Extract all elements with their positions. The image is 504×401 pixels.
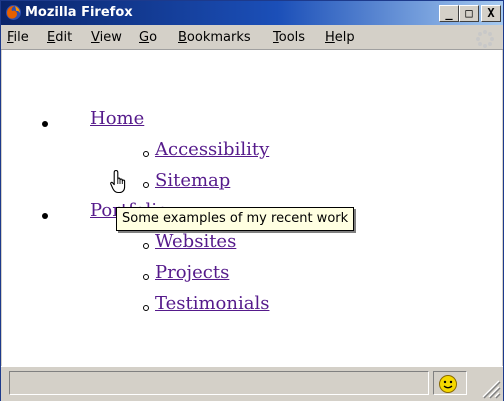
link-websites[interactable]: Websites (155, 231, 236, 252)
menu-bar: File Edit View Go Bookmarks Tools Help (1, 26, 503, 50)
bullet-disc (42, 213, 48, 219)
tooltip: Some examples of my recent work (116, 207, 355, 231)
firefox-logo-icon (6, 5, 21, 20)
bullet-disc (42, 121, 48, 127)
maximize-button[interactable]: □ (459, 5, 479, 22)
status-bar (1, 366, 503, 401)
bullet-circle (143, 151, 149, 157)
resize-grip-icon[interactable] (475, 373, 501, 399)
menu-go[interactable]: Go (139, 30, 157, 45)
menu-edit-mnemonic: E (47, 30, 56, 45)
menu-help[interactable]: Help (325, 30, 355, 45)
menu-edit-rest: dit (55, 30, 73, 45)
menu-help-rest: elp (334, 30, 355, 45)
menu-go-mnemonic: G (139, 30, 150, 45)
menu-go-rest: o (149, 30, 158, 45)
menu-file-rest: ile (13, 30, 29, 45)
menu-edit[interactable]: Edit (47, 30, 72, 45)
throbber-icon (476, 30, 494, 48)
link-home[interactable]: Home (90, 108, 144, 129)
link-testimonials[interactable]: Testimonials (155, 293, 269, 314)
menu-tools[interactable]: Tools (273, 30, 305, 45)
title-bar[interactable]: Mozilla Firefox _ □ X (1, 1, 503, 25)
hand-pointer-icon (110, 169, 126, 194)
minimize-button[interactable]: _ (439, 5, 459, 22)
status-text-field (9, 371, 429, 395)
bullet-circle (143, 305, 149, 311)
menu-bookmarks[interactable]: Bookmarks (178, 30, 251, 45)
browser-window: Mozilla Firefox _ □ X File Edit View Go … (0, 0, 504, 401)
bullet-circle (143, 243, 149, 249)
menu-view-rest: iew (99, 30, 122, 45)
menu-bookmarks-mnemonic: B (178, 30, 187, 45)
smiley-icon[interactable] (438, 374, 458, 394)
menu-bookmarks-rest: ookmarks (186, 30, 251, 45)
close-button[interactable]: X (481, 5, 501, 22)
menu-tools-rest: ools (278, 30, 306, 45)
bullet-circle (143, 274, 149, 280)
menu-file[interactable]: File (7, 30, 29, 45)
bullet-circle (143, 182, 149, 188)
link-projects[interactable]: Projects (155, 262, 229, 283)
menu-help-mnemonic: H (325, 30, 335, 45)
link-sitemap[interactable]: Sitemap (155, 170, 230, 191)
link-accessibility[interactable]: Accessibility (155, 139, 269, 160)
menu-view[interactable]: View (91, 30, 122, 45)
window-title: Mozilla Firefox (25, 5, 133, 20)
menu-view-mnemonic: V (91, 30, 100, 45)
